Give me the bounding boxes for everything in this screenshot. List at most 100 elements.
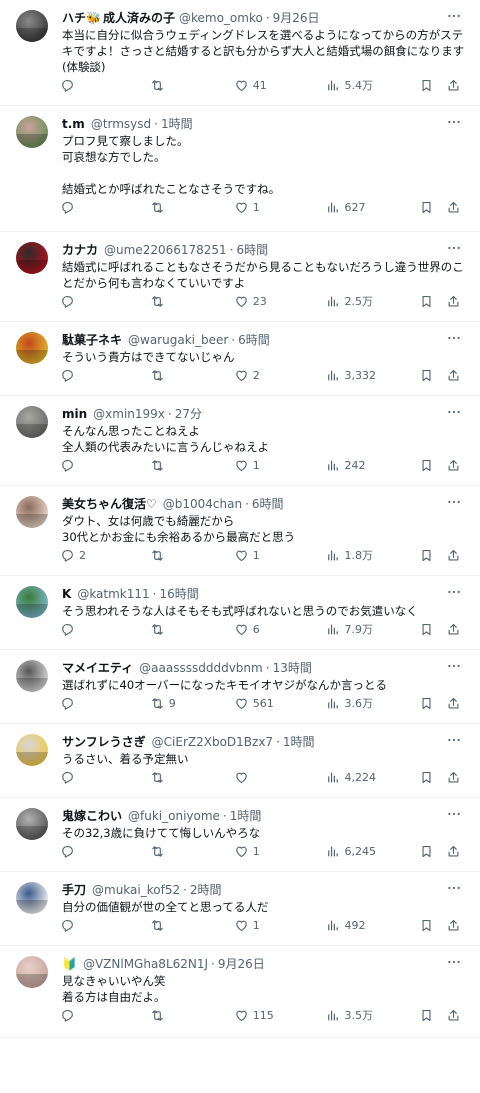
retweet-button[interactable] <box>150 770 234 785</box>
reply-button[interactable] <box>60 200 150 215</box>
share-button[interactable] <box>446 458 466 473</box>
avatar[interactable] <box>16 956 48 988</box>
views-button[interactable]: 3,332 <box>325 368 419 383</box>
bookmark-button[interactable] <box>419 368 446 383</box>
avatar[interactable] <box>16 332 48 364</box>
display-name[interactable]: t.m <box>62 116 85 132</box>
like-button[interactable]: 1 <box>234 844 326 859</box>
reply-tweet[interactable]: min @xmin199x · 27分 そんなん思ったことねえよ 全人類の代表み… <box>0 396 480 486</box>
reply-tweet[interactable]: 駄菓子ネキ @warugaki_beer · 6時間 そういう貴方はできてないじ… <box>0 322 480 396</box>
share-button[interactable] <box>446 622 466 637</box>
reply-button[interactable] <box>60 918 150 933</box>
views-button[interactable]: 6,245 <box>325 844 419 859</box>
timestamp[interactable]: 16時間 <box>159 586 198 602</box>
retweet-button[interactable]: 9 <box>150 696 234 711</box>
bookmark-button[interactable] <box>419 770 446 785</box>
user-handle[interactable]: @xmin199x <box>93 406 165 422</box>
retweet-button[interactable] <box>150 368 234 383</box>
retweet-button[interactable] <box>150 622 234 637</box>
bookmark-button[interactable] <box>419 78 446 93</box>
like-button[interactable] <box>234 770 326 785</box>
more-options-icon[interactable] <box>444 880 464 896</box>
user-handle[interactable]: @kemo_omko <box>179 10 263 26</box>
reply-button[interactable] <box>60 458 150 473</box>
reply-tweet[interactable]: カナカ @ume22066178251 · 6時間 結婚式に呼ばれることもなさそ… <box>0 232 480 322</box>
avatar[interactable] <box>16 116 48 148</box>
share-button[interactable] <box>446 918 466 933</box>
avatar[interactable] <box>16 406 48 438</box>
reply-button[interactable] <box>60 78 150 93</box>
more-options-icon[interactable] <box>444 114 464 130</box>
retweet-button[interactable] <box>150 458 234 473</box>
like-button[interactable]: 1 <box>234 548 326 563</box>
like-button[interactable]: 23 <box>234 294 326 309</box>
bookmark-button[interactable] <box>419 696 446 711</box>
timestamp[interactable]: 6時間 <box>237 242 269 258</box>
user-handle[interactable]: @VZNlMGha8L62N1J <box>83 956 208 972</box>
retweet-button[interactable] <box>150 294 234 309</box>
bookmark-button[interactable] <box>419 622 446 637</box>
user-handle[interactable]: @trmsysd <box>91 116 151 132</box>
share-button[interactable] <box>446 78 466 93</box>
display-name[interactable]: 手刀 <box>62 882 86 898</box>
like-button[interactable]: 561 <box>234 696 326 711</box>
views-button[interactable]: 492 <box>325 918 419 933</box>
views-button[interactable]: 627 <box>325 200 419 215</box>
more-options-icon[interactable] <box>444 732 464 748</box>
reply-button[interactable]: 2 <box>60 548 150 563</box>
reply-tweet[interactable]: ハチ 🐝 成人済みの子 @kemo_omko · 9月26日 本当に自分に似合う… <box>0 0 480 106</box>
display-name[interactable]: 美女ちゃん復活♡ <box>62 496 157 512</box>
views-button[interactable]: 4,224 <box>325 770 419 785</box>
reply-button[interactable] <box>60 294 150 309</box>
views-button[interactable]: 7.9万 <box>325 621 419 637</box>
user-handle[interactable]: @katmk111 <box>77 586 149 602</box>
avatar[interactable] <box>16 242 48 274</box>
more-options-icon[interactable] <box>444 584 464 600</box>
retweet-button[interactable] <box>150 78 234 93</box>
retweet-button[interactable] <box>150 844 234 859</box>
retweet-button[interactable] <box>150 1008 234 1023</box>
bookmark-button[interactable] <box>419 918 446 933</box>
retweet-button[interactable] <box>150 918 234 933</box>
timestamp[interactable]: 1時間 <box>161 116 193 132</box>
like-button[interactable]: 2 <box>234 368 326 383</box>
more-options-icon[interactable] <box>444 240 464 256</box>
timestamp[interactable]: 9月26日 <box>218 956 265 972</box>
bookmark-button[interactable] <box>419 458 446 473</box>
display-name[interactable]: 鬼嫁こわい <box>62 808 122 824</box>
display-name[interactable]: サンフレうさぎ <box>62 734 146 750</box>
reply-button[interactable] <box>60 622 150 637</box>
avatar[interactable] <box>16 10 48 42</box>
bookmark-button[interactable] <box>419 294 446 309</box>
reply-tweet[interactable]: サンフレうさぎ @CiErZ2XboD1Bzx7 · 1時間 うるさい、着る予定… <box>0 724 480 798</box>
avatar[interactable] <box>16 660 48 692</box>
user-handle[interactable]: @aaassssddddvbnm <box>139 660 263 676</box>
display-name-suffix[interactable]: 成人済みの子 <box>103 10 175 26</box>
user-handle[interactable]: @CiErZ2XboD1Bzx7 <box>152 734 273 750</box>
more-options-icon[interactable] <box>444 330 464 346</box>
reply-tweet[interactable]: 手刀 @mukai_kof52 · 2時間 自分の価値観が世の全てと思ってる人だ… <box>0 872 480 946</box>
avatar[interactable] <box>16 586 48 618</box>
timestamp[interactable]: 6時間 <box>238 332 270 348</box>
timestamp[interactable]: 1時間 <box>230 808 262 824</box>
user-handle[interactable]: @ume22066178251 <box>104 242 227 258</box>
reply-button[interactable] <box>60 844 150 859</box>
timestamp[interactable]: 1時間 <box>283 734 315 750</box>
more-options-icon[interactable] <box>444 806 464 822</box>
reply-tweet[interactable]: 鬼嫁こわい @fuki_oniyome · 1時間 その32,3歳に負けてて悔し… <box>0 798 480 872</box>
views-button[interactable]: 3.5万 <box>325 1007 419 1023</box>
share-button[interactable] <box>446 844 466 859</box>
more-options-icon[interactable] <box>444 658 464 674</box>
avatar[interactable] <box>16 734 48 766</box>
views-button[interactable]: 2.5万 <box>325 293 419 309</box>
timestamp[interactable]: 2時間 <box>190 882 222 898</box>
reply-tweet[interactable]: K @katmk111 · 16時間 そう思われそうな人はそもそも式呼ばれないと… <box>0 576 480 650</box>
retweet-button[interactable] <box>150 200 234 215</box>
share-button[interactable] <box>446 368 466 383</box>
display-name[interactable]: min <box>62 406 87 422</box>
user-handle[interactable]: @mukai_kof52 <box>92 882 180 898</box>
avatar[interactable] <box>16 882 48 914</box>
display-name[interactable]: K <box>62 586 71 602</box>
bookmark-button[interactable] <box>419 844 446 859</box>
display-name[interactable]: 駄菓子ネキ <box>62 332 122 348</box>
